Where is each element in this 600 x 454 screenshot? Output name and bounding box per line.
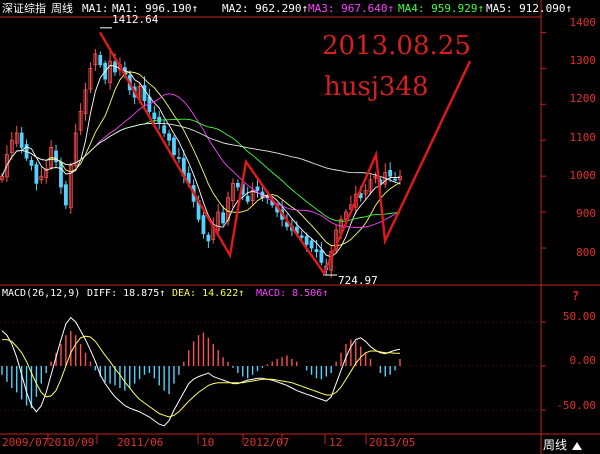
ma2-value: MA2: 962.290↑ bbox=[222, 2, 309, 15]
candle-body bbox=[304, 236, 309, 245]
price-tick-1400: 1400 bbox=[569, 16, 597, 29]
macd-name: MACD(26,12,9) bbox=[2, 288, 81, 299]
candle-body bbox=[152, 112, 157, 120]
ma4-value: MA4: 959.929↑ bbox=[398, 2, 485, 15]
price-tick-1300: 1300 bbox=[569, 54, 597, 67]
time-label-2012-07: 2012/07 bbox=[243, 436, 290, 449]
stock-chart-canvas[interactable] bbox=[0, 0, 600, 454]
time-label-2011-06: 2011/06 bbox=[117, 436, 164, 449]
macd-value: MACD: 8.506↑ bbox=[256, 288, 329, 299]
candle-body bbox=[235, 182, 240, 188]
time-label-2010-09: 2010/09 bbox=[48, 436, 95, 449]
triangle-up-icon bbox=[571, 441, 582, 450]
time-label-12: 12 bbox=[329, 436, 343, 449]
time-label-10: 10 bbox=[201, 436, 215, 449]
macd-tick-50: 50.00 bbox=[562, 310, 596, 323]
candle-body bbox=[393, 178, 397, 181]
candle-body bbox=[309, 240, 314, 249]
candle-body bbox=[206, 234, 211, 242]
help-icon[interactable]: ? bbox=[572, 289, 579, 303]
zigzag-trend-line bbox=[98, 31, 472, 276]
period-label: 周线 bbox=[51, 2, 73, 15]
candle-body bbox=[221, 212, 226, 224]
ma1-label: MA1: bbox=[82, 2, 109, 15]
high-price-label: 1412.64 bbox=[112, 13, 159, 26]
price-tick-800: 800 bbox=[576, 246, 596, 259]
macd-tick-neg50: -50.00 bbox=[556, 399, 596, 412]
price-tick-1000: 1000 bbox=[569, 169, 597, 182]
trend-line-drawing bbox=[98, 31, 472, 276]
candle-body bbox=[319, 249, 324, 263]
candle-body bbox=[29, 159, 34, 166]
ma5-value: MA5: 912.090↑ bbox=[486, 2, 573, 15]
candle-body bbox=[388, 170, 393, 177]
annotation-username: husj348 bbox=[324, 72, 429, 102]
candle-body bbox=[314, 249, 319, 253]
macd-tick-0: 0.00 bbox=[569, 354, 597, 367]
candle-body bbox=[19, 132, 24, 148]
candle-body bbox=[59, 162, 63, 188]
price-tick-900: 900 bbox=[576, 207, 596, 220]
macd-dea-value: DEA: 14.622↑ bbox=[172, 288, 245, 299]
price-tick-1200: 1200 bbox=[569, 92, 597, 105]
time-label-2009-07: 2009/07 bbox=[2, 436, 49, 449]
annotation-date: 2013.08.25 bbox=[322, 31, 471, 61]
price-tick-1100: 1100 bbox=[569, 131, 597, 144]
macd-diff-value: DIFF: 18.875↑ bbox=[87, 288, 166, 299]
candle-body bbox=[245, 195, 250, 202]
time-label-2013-05: 2013/05 bbox=[369, 436, 416, 449]
candle-body bbox=[162, 125, 167, 134]
candle-body bbox=[98, 54, 103, 66]
period-selector-button[interactable]: 周线 bbox=[543, 436, 599, 453]
candle-body bbox=[176, 157, 181, 159]
candle-body bbox=[34, 164, 39, 184]
candle-body bbox=[201, 215, 206, 235]
candle-body bbox=[63, 184, 68, 206]
index-name: 深证综指 bbox=[2, 2, 46, 15]
candle-body bbox=[172, 137, 176, 155]
ma3-value: MA3: 967.640↑ bbox=[308, 2, 395, 15]
candle-body bbox=[167, 133, 171, 141]
candle-body bbox=[299, 235, 304, 238]
price-candles[interactable] bbox=[0, 27, 402, 278]
period-selector-label: 周线 bbox=[543, 438, 568, 452]
low-price-label: 724.97 bbox=[338, 274, 378, 287]
dea-line bbox=[2, 335, 400, 418]
candle-body bbox=[255, 186, 260, 191]
